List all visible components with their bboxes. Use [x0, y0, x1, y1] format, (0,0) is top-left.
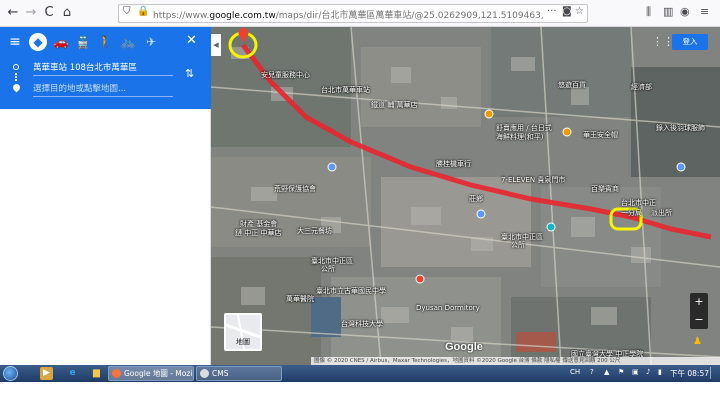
library-icon[interactable]: ⫼ [646, 5, 651, 19]
map-label[interactable]: 萬華醫院 [286, 294, 314, 304]
map-label[interactable]: 7-ELEVEN 貴泉門市 [501, 175, 565, 185]
directions-panel: ≡ ◆ 🚗 🚆 🚶 🚲 ✈ ✕ 萬華車站 108台北市萬華區 選擇目的地或點擊地… [0, 27, 211, 365]
screen: ← → C ⌂ ⛉ 🔒 https://www.google.com.tw/ma… [0, 0, 720, 405]
flag-icon[interactable]: ⚑ [618, 368, 624, 376]
url-text[interactable]: https://www.google.com.tw/maps/dir/台北市萬華… [153, 8, 543, 21]
sidebar-icon[interactable]: ▥ [663, 5, 673, 18]
taskbar-task-cms[interactable]: CMS [196, 366, 282, 381]
ie-icon[interactable]: e [66, 367, 79, 380]
menu-icon[interactable]: ≡ [6, 33, 24, 51]
map-label[interactable]: 公所 [511, 240, 525, 250]
map-attribution: 圖像 © 2020 CNES / Airbus，Maxar Technologi… [311, 357, 720, 365]
address-bar[interactable]: ⛉ 🔒 https://www.google.com.tw/maps/dir/台… [118, 4, 588, 23]
tray-language[interactable]: CH [570, 368, 580, 376]
flight-icon[interactable]: ✈ [142, 33, 160, 51]
google-logo: Google [445, 341, 483, 353]
map-label[interactable]: 台北市萬華車站 [321, 85, 370, 95]
page-actions-icon[interactable]: ··· [547, 6, 557, 17]
close-directions-icon[interactable]: ✕ [186, 33, 197, 48]
sign-in-button[interactable]: 登入 [672, 34, 708, 50]
car-icon[interactable]: 🚗 [52, 33, 70, 51]
map-layer-toggle[interactable]: 地圖 [224, 313, 262, 351]
windows-taskbar: ▶ e ▆ Google 地圖 - Mozi... CMS CH ? ▲ ⚑ ▣… [0, 365, 720, 382]
zoom-out-button[interactable]: − [690, 311, 708, 329]
zoom-in-button[interactable]: + [690, 293, 708, 311]
map-label[interactable]: 華王安全帽 [583, 130, 618, 140]
map-label[interactable]: 莊鄉 [469, 194, 483, 204]
extension-icon[interactable]: ◉ [680, 5, 690, 18]
back-icon[interactable]: ← [4, 4, 22, 22]
network-icon[interactable]: ▣ [632, 368, 639, 376]
map-label[interactable]: 鐵道 輔 萬華店 [371, 100, 417, 110]
map-label[interactable]: 大三元餐坊 [297, 226, 332, 236]
reload-icon[interactable]: C [40, 4, 58, 22]
map-label[interactable]: 經濟部 [631, 82, 652, 92]
start-button[interactable] [3, 366, 18, 381]
collapse-panel-button[interactable]: ◀ [211, 34, 221, 56]
media-player-icon[interactable]: ▶ [40, 367, 53, 380]
map-label[interactable]: 鏈 中正 中華店 [235, 228, 281, 238]
map-label[interactable]: Dyusan Dormitory [416, 304, 480, 312]
map-label[interactable]: 百樂賓商 [591, 184, 619, 194]
map-label[interactable]: 公所 [321, 264, 335, 274]
map-label[interactable]: 派出所 [651, 208, 672, 218]
bicycle-icon[interactable]: 🚲 [119, 33, 137, 51]
folder-icon[interactable]: ▆ [90, 367, 103, 380]
transit-icon[interactable]: 🚆 [74, 33, 92, 51]
browser-toolbar: ← → C ⌂ ⛉ 🔒 https://www.google.com.tw/ma… [0, 0, 720, 27]
pocket-icon[interactable]: ◙ [562, 6, 572, 17]
street-view-pegman-icon[interactable]: ♟ [693, 336, 705, 350]
help-icon[interactable]: ? [590, 368, 594, 376]
zoom-control: + − [690, 293, 708, 329]
tray-expand-icon[interactable]: ▲ [604, 368, 609, 376]
map-label[interactable]: 臺北市立古華國民中學 [316, 286, 386, 296]
satellite-map[interactable]: ◀ 安兒童服務中心 台北市萬華車站 鐵道 輔 萬華店 悠遊百貨 經濟部 舒賣應用… [211, 27, 720, 365]
route-dots [15, 73, 17, 81]
lock-icon[interactable]: 🔒 [137, 6, 149, 17]
battery-icon[interactable]: ▮ [658, 368, 662, 376]
forward-icon[interactable]: → [22, 4, 40, 22]
bookmark-star-icon[interactable]: ☆ [575, 6, 584, 17]
map-label[interactable]: 悠遊百貨 [558, 80, 586, 90]
directions-header: ≡ ◆ 🚗 🚆 🚶 🚲 ✈ ✕ 萬華車站 108台北市萬華區 選擇目的地或點擊地… [0, 27, 211, 109]
map-label[interactable]: 安兒童服務中心 [261, 70, 310, 80]
destination-input[interactable]: 選擇目的地或點擊地圖... [33, 82, 173, 97]
map-label[interactable]: 一分局 [621, 208, 642, 218]
layer-label: 地圖 [236, 338, 250, 346]
google-apps-icon[interactable]: ⋮⋮ [652, 36, 674, 48]
taskbar-task-firefox[interactable]: Google 地圖 - Mozi... [108, 366, 194, 381]
best-route-icon[interactable]: ◆ [29, 33, 47, 51]
destination-pin-icon [11, 82, 22, 93]
firefox-icon [112, 369, 121, 378]
walking-icon[interactable]: 🚶 [96, 33, 114, 51]
map-label[interactable]: 錄入後羽球服飾 [656, 123, 705, 133]
origin-input[interactable]: 萬華車站 108台北市萬華區 [33, 61, 173, 76]
show-desktop-button[interactable] [710, 367, 718, 379]
map-label[interactable]: 台灣科技大學 [341, 319, 383, 329]
shield-icon[interactable]: ⛉ [123, 6, 131, 17]
system-tray: CH ? ▲ ⚑ ▣ ♪ ▮ 下午 08:57 [570, 365, 720, 382]
map-label[interactable]: 台北市中正 [621, 198, 656, 208]
map-label[interactable]: 海鮮料理(和平) [496, 132, 543, 142]
hamburger-menu-icon[interactable]: ≡ [700, 5, 709, 18]
home-icon[interactable]: ⌂ [58, 4, 76, 22]
swap-waypoints-icon[interactable]: ⇅ [185, 67, 194, 80]
volume-icon[interactable]: ♪ [646, 368, 650, 376]
map-label[interactable]: 荒野保護協會 [274, 184, 316, 194]
map-label[interactable]: 勝桂機車行 [436, 159, 471, 169]
clock[interactable]: 下午 08:57 [670, 368, 709, 379]
origin-dot-icon [13, 64, 19, 70]
cms-app-icon [200, 369, 209, 378]
